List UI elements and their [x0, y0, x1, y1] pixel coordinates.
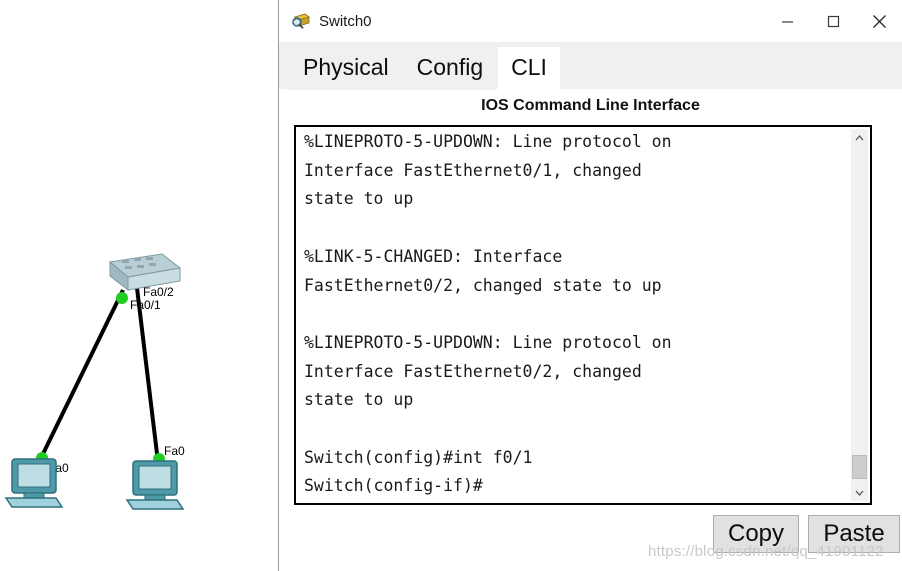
chevron-down-icon: [855, 490, 864, 496]
title-bar[interactable]: Switch0: [279, 0, 902, 42]
tab-physical[interactable]: Physical: [290, 47, 402, 90]
switch-port-label-fa01: Fa0/1: [130, 298, 161, 312]
chevron-up-icon: [855, 134, 864, 140]
copy-button[interactable]: Copy: [713, 515, 799, 553]
minimize-button[interactable]: [764, 0, 810, 42]
device-window: Switch0 Physical Config CLI IOS Command …: [278, 0, 902, 571]
minimize-icon: [781, 20, 793, 23]
link-switch-to-pc-right: [135, 287, 160, 463]
tab-strip: Physical Config CLI: [279, 42, 902, 90]
window-title: Switch0: [319, 12, 372, 30]
terminal-output-box[interactable]: %LINEPROTO-5-UPDOWN: Line protocol on In…: [294, 125, 872, 505]
cli-pane: IOS Command Line Interface %LINEPROTO-5-…: [279, 90, 902, 571]
scrollbar-thumb[interactable]: [852, 455, 867, 479]
terminal-scrollbar[interactable]: [851, 129, 868, 501]
switch-port-label-fa02: Fa0/2: [143, 285, 174, 299]
window-controls: [764, 0, 902, 42]
tab-config[interactable]: Config: [403, 47, 497, 90]
pc-device-left: [4, 458, 64, 508]
topology-canvas[interactable]: Fa0/2 Fa0/1 Fa0 Fa0: [0, 0, 278, 571]
close-icon: [872, 14, 886, 28]
scrollbar-up-button[interactable]: [851, 129, 868, 146]
terminal-text: %LINEPROTO-5-UPDOWN: Line protocol on In…: [304, 132, 672, 496]
packet-tracer-switch-icon: [291, 11, 311, 31]
link-switch-to-pc-left: [38, 289, 125, 461]
paste-button[interactable]: Paste: [808, 515, 900, 553]
pc-device-right: [125, 460, 185, 510]
scrollbar-down-button[interactable]: [851, 484, 868, 501]
action-button-row: Copy Paste: [279, 515, 902, 553]
cli-heading: IOS Command Line Interface: [481, 97, 700, 114]
maximize-icon: [827, 15, 839, 27]
close-button[interactable]: [856, 0, 902, 42]
maximize-button[interactable]: [810, 0, 856, 42]
pc-right-port-label: Fa0: [164, 444, 185, 458]
link-status-dot-fa01: [116, 292, 128, 304]
tab-cli[interactable]: CLI: [498, 47, 560, 90]
title-bar-left: Switch0: [291, 0, 372, 42]
